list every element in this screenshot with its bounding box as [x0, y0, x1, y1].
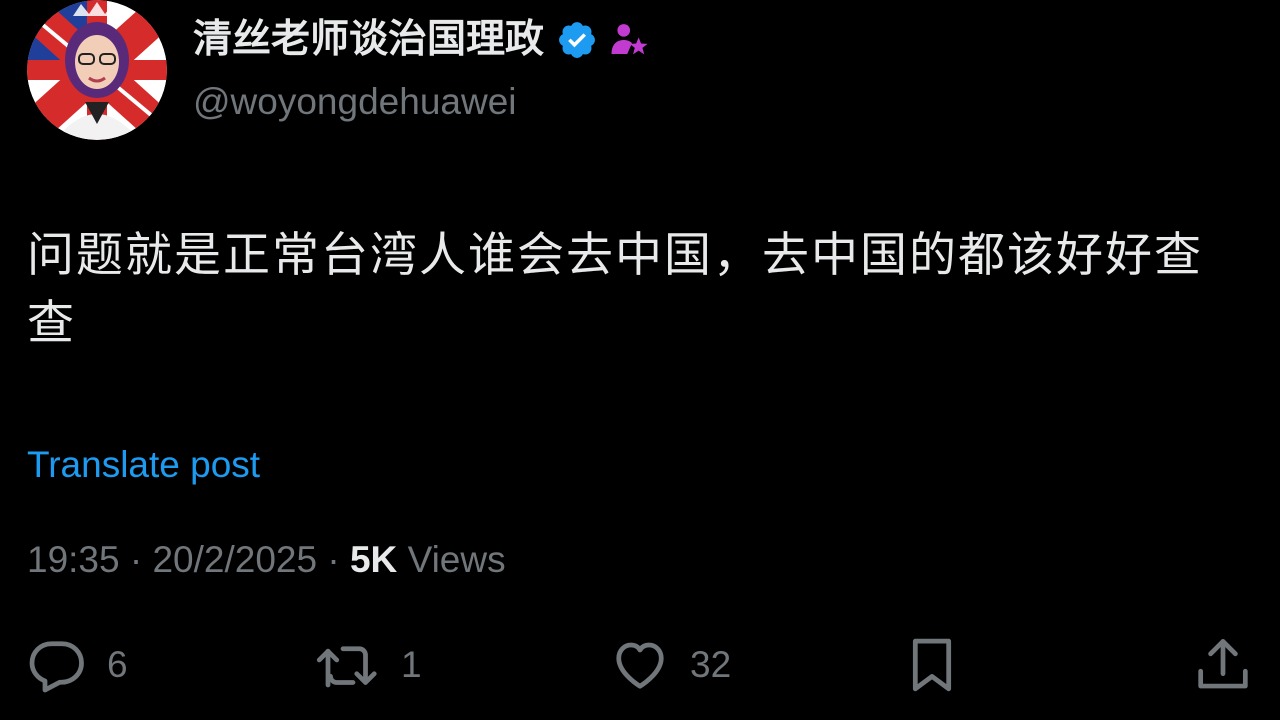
repost-icon[interactable]	[315, 635, 381, 695]
author-header[interactable]: 清丝老师谈治国理政	[193, 14, 650, 66]
repost-button[interactable]: 1	[315, 630, 422, 700]
author-handle[interactable]: @woyongdehuawei	[193, 78, 517, 126]
share-icon[interactable]	[1193, 634, 1253, 696]
action-bar: 6 1 32	[0, 630, 1280, 700]
repost-count: 1	[401, 644, 422, 685]
verified-check-icon[interactable]	[556, 19, 598, 61]
meta-separator: ·	[129, 539, 143, 580]
display-name[interactable]: 清丝老师谈治国理政	[193, 14, 544, 66]
post-text: 问题就是正常台湾人谁会去中国，去中国的都该好好查查	[27, 228, 1203, 351]
bookmark-button[interactable]	[903, 630, 961, 700]
reply-icon[interactable]	[27, 635, 87, 695]
post-date[interactable]: 20/2/2025	[152, 539, 317, 580]
translate-post-link[interactable]: Translate post	[27, 440, 260, 490]
like-count: 32	[690, 644, 732, 685]
share-button[interactable]	[1193, 630, 1253, 700]
like-button[interactable]: 32	[610, 630, 731, 700]
bookmark-icon[interactable]	[903, 634, 961, 696]
heart-icon[interactable]	[610, 635, 670, 695]
views-count: 5K	[349, 539, 398, 580]
affiliate-person-star-icon[interactable]	[608, 19, 650, 61]
meta-separator: ·	[327, 539, 340, 580]
reply-count: 6	[107, 644, 128, 685]
views-label: Views	[407, 539, 506, 580]
avatar[interactable]	[27, 0, 167, 140]
reply-button[interactable]: 6	[27, 630, 128, 700]
post-time[interactable]: 19:35	[27, 539, 120, 580]
post-meta: 19:35 · 20/2/2025 · 5K Views	[27, 535, 506, 585]
